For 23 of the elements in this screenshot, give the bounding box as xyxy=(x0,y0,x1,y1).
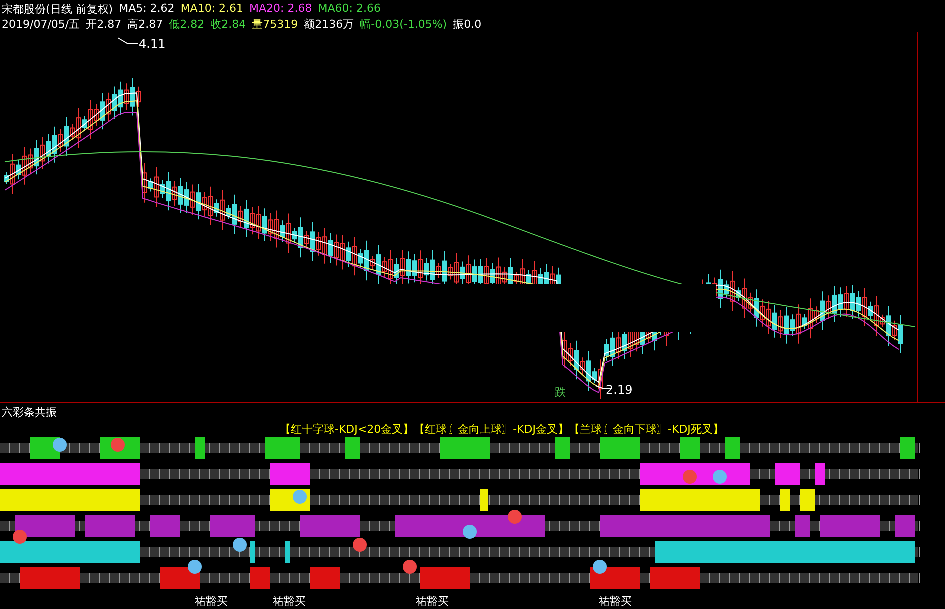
quote-value: 低2.82 xyxy=(169,17,205,32)
buy-label: 祐豁买 xyxy=(416,594,449,609)
quote-value: 幅-0.03(-1.05%) xyxy=(360,17,448,32)
ma-value: MA10: 2.61 xyxy=(180,2,244,17)
ma-value: MA5: 2.62 xyxy=(119,2,175,17)
indicator-legend: 【红十字球-KDJ<20金叉】【红球〖金向上球〗-KDJ金叉】【兰球〖金向下球〗-KDJ死叉】 xyxy=(0,422,945,437)
quote-value: 额2136万 xyxy=(304,17,354,32)
stock-title: 宋都股份(日线 前复权) xyxy=(2,2,114,17)
ma-value: MA20: 2.68 xyxy=(250,2,312,17)
price-label: 4.11 xyxy=(139,37,166,51)
signal-label: 跌 xyxy=(555,386,566,399)
price-label: 2.19 xyxy=(606,383,633,397)
quote-value: 振0.0 xyxy=(453,17,482,32)
ma-value: MA60: 2.66 xyxy=(318,2,381,17)
quote-value: 收2.84 xyxy=(210,17,246,32)
indicator-title: 六彩条共振 xyxy=(1,405,58,421)
quote-value: 开2.87 xyxy=(86,17,122,32)
buy-label: 祐豁买 xyxy=(599,594,632,609)
quote-value: 量75319 xyxy=(252,17,298,32)
quote-value: 高2.87 xyxy=(128,17,164,32)
buy-label: 祐豁买 xyxy=(195,594,228,609)
quote-value: 2019/07/05/五 xyxy=(2,17,80,32)
buy-label: 祐豁买 xyxy=(273,594,306,609)
